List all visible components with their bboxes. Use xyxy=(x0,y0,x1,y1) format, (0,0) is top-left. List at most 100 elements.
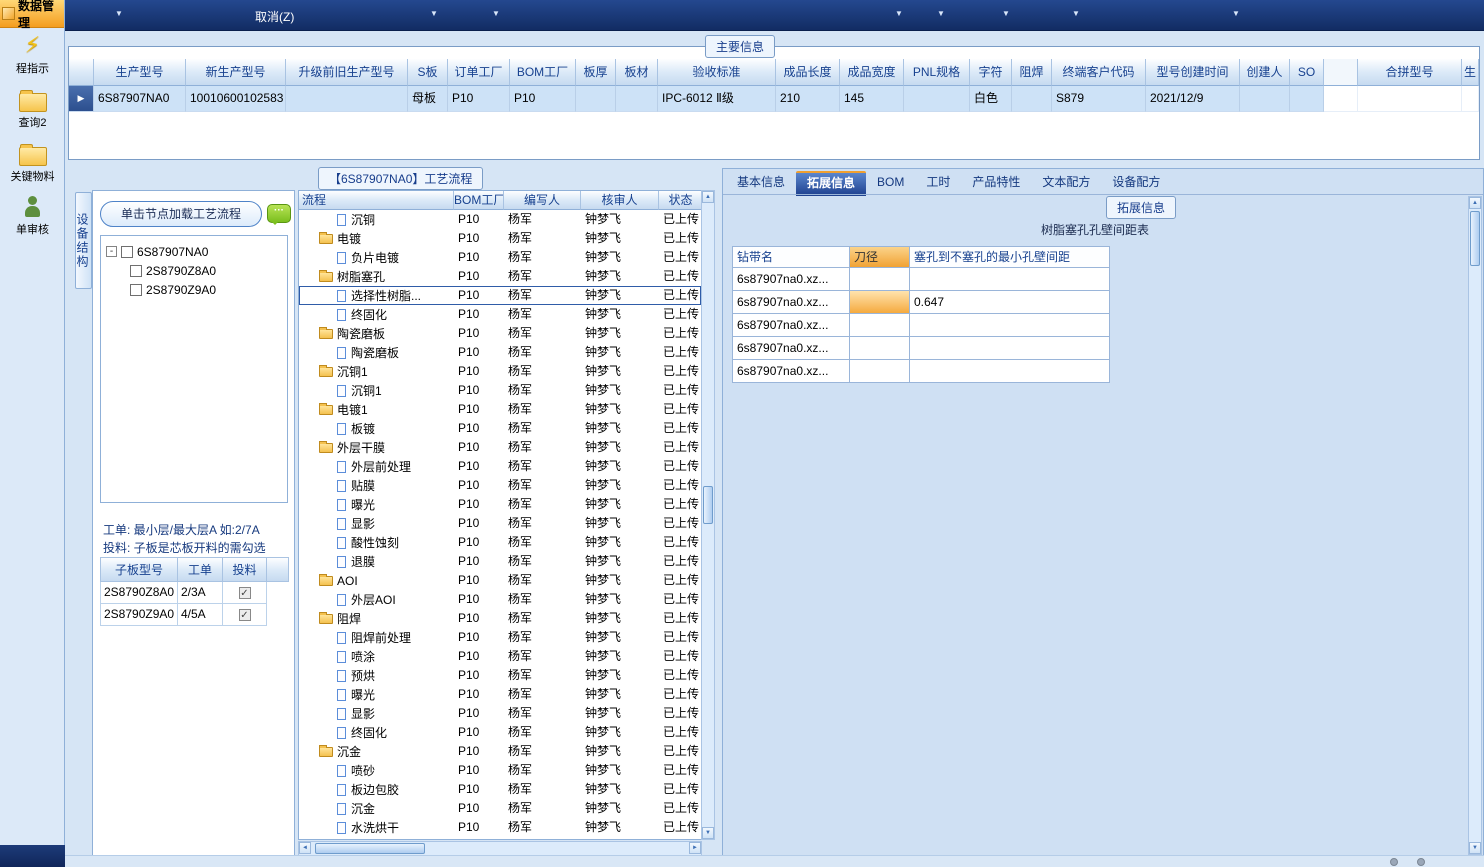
work-order-cell[interactable]: 4/5A xyxy=(178,604,223,626)
column-header[interactable]: 升级前旧生产型号 xyxy=(286,59,408,86)
flow-row[interactable]: 沉铜1 P10 杨军 钟梦飞 已上传 xyxy=(299,362,701,381)
cell[interactable]: 白色 xyxy=(970,86,1012,112)
cell[interactable] xyxy=(1012,86,1052,112)
cell[interactable]: IPC-6012 Ⅱ级 xyxy=(658,86,776,112)
sidebar-item-1[interactable]: ⚡ 程指示 xyxy=(0,32,65,86)
scroll-right-icon[interactable]: ► xyxy=(689,842,701,854)
flow-row[interactable]: 酸性蚀刻 P10 杨军 钟梦飞 已上传 xyxy=(299,533,701,552)
column-header[interactable]: 生 xyxy=(1462,59,1479,86)
column-header[interactable]: 板厚 xyxy=(576,59,616,86)
flow-row[interactable]: 曝光 P10 杨军 钟梦飞 已上传 xyxy=(299,685,701,704)
diameter-cell[interactable] xyxy=(850,337,910,360)
tree-node-child[interactable]: 2S8790Z8A0 xyxy=(101,261,287,280)
cancel-menu-item[interactable]: 取消(Z) xyxy=(255,8,294,25)
detail-tab[interactable]: BOM xyxy=(866,171,915,194)
drill-name-cell[interactable]: 6s87907na0.xz... xyxy=(732,360,850,383)
column-header[interactable]: 订单工厂 xyxy=(448,59,510,86)
cell[interactable] xyxy=(286,86,408,112)
table-row[interactable]: 2S8790Z8A0 2/3A ✓ xyxy=(100,582,289,604)
column-header[interactable]: 生产型号 xyxy=(94,59,186,86)
distance-cell[interactable] xyxy=(910,360,1110,383)
column-header[interactable]: 板材 xyxy=(616,59,658,86)
table-row[interactable]: 6s87907na0.xz... xyxy=(732,360,1110,383)
column-header[interactable]: 阻焊 xyxy=(1012,59,1052,86)
column-header[interactable]: 型号创建时间 xyxy=(1146,59,1240,86)
flow-row[interactable]: 陶瓷磨板 P10 杨军 钟梦飞 已上传 xyxy=(299,324,701,343)
flow-row[interactable]: 沉金 P10 杨军 钟梦飞 已上传 xyxy=(299,742,701,761)
table-row[interactable]: 6s87907na0.xz... xyxy=(732,268,1110,291)
column-header[interactable]: BOM工厂 xyxy=(454,191,504,210)
dropdown-arrow-icon[interactable]: ▼ xyxy=(895,9,903,18)
flow-row[interactable]: 阻焊 P10 杨军 钟梦飞 已上传 xyxy=(299,609,701,628)
cell[interactable]: 6S87907NA0 xyxy=(94,86,186,112)
tree-node-child[interactable]: 2S8790Z9A0 xyxy=(101,280,287,299)
distance-cell[interactable]: 0.647 xyxy=(910,291,1110,314)
flow-row[interactable]: 板镀 P10 杨军 钟梦飞 已上传 xyxy=(299,419,701,438)
cell[interactable]: 145 xyxy=(840,86,904,112)
cell[interactable] xyxy=(1324,86,1358,112)
column-header[interactable]: 新生产型号 xyxy=(186,59,286,86)
detail-tab[interactable]: 工时 xyxy=(915,171,961,194)
sidebar-item-2[interactable]: 查询2 xyxy=(0,86,65,140)
table-row[interactable]: 6s87907na0.xz... 0.647 xyxy=(732,291,1110,314)
detail-tab[interactable]: 产品特性 xyxy=(961,171,1031,194)
flow-row[interactable]: 沉铜 P10 杨军 钟梦飞 已上传 xyxy=(299,210,701,229)
detail-tab[interactable]: 设备配方 xyxy=(1101,171,1171,194)
column-header[interactable]: 成品宽度 xyxy=(840,59,904,86)
cell[interactable]: P10 xyxy=(448,86,510,112)
flow-row[interactable]: 终固化 P10 杨军 钟梦飞 已上传 xyxy=(299,305,701,324)
flow-row[interactable]: 喷砂 P10 杨军 钟梦飞 已上传 xyxy=(299,761,701,780)
column-header[interactable]: 验收标准 xyxy=(658,59,776,86)
load-flow-button[interactable]: 单击节点加载工艺流程 xyxy=(100,201,262,227)
checkbox-icon[interactable] xyxy=(130,264,142,277)
cell[interactable]: 母板 xyxy=(408,86,448,112)
drill-name-cell[interactable]: 6s87907na0.xz... xyxy=(732,314,850,337)
flow-row[interactable]: 显影 P10 杨军 钟梦飞 已上传 xyxy=(299,514,701,533)
cell[interactable] xyxy=(1290,86,1324,112)
flow-row[interactable]: 沉铜1 P10 杨军 钟梦飞 已上传 xyxy=(299,381,701,400)
table-row[interactable]: 6s87907na0.xz... xyxy=(732,337,1110,360)
column-header[interactable]: BOM工厂 xyxy=(510,59,576,86)
column-header[interactable]: 终端客户代码 xyxy=(1052,59,1146,86)
column-header[interactable] xyxy=(1324,59,1358,86)
dropdown-arrow-icon[interactable]: ▼ xyxy=(492,9,500,18)
column-header[interactable]: 字符 xyxy=(970,59,1012,86)
cell[interactable] xyxy=(1358,86,1462,112)
column-header[interactable]: SO xyxy=(1290,59,1324,86)
tree-node-root[interactable]: - 6S87907NA0 xyxy=(101,242,287,261)
detail-vertical-scrollbar[interactable]: ▲ ▼ xyxy=(1468,196,1482,855)
column-header[interactable]: 子板型号 xyxy=(100,557,178,582)
row-selector-header[interactable] xyxy=(69,59,94,86)
sidebar-item-3[interactable]: 关键物料 xyxy=(0,140,65,194)
column-header[interactable]: 合拼型号 xyxy=(1358,59,1462,86)
flow-vertical-scrollbar[interactable]: ▲ ▼ xyxy=(701,190,715,840)
dropdown-arrow-icon[interactable]: ▼ xyxy=(115,9,123,18)
flow-row[interactable]: 贴膜 P10 杨军 钟梦飞 已上传 xyxy=(299,476,701,495)
column-header[interactable]: 成品长度 xyxy=(776,59,840,86)
sub-model-cell[interactable]: 2S8790Z9A0 xyxy=(100,604,178,626)
distance-cell[interactable] xyxy=(910,314,1110,337)
flow-row[interactable]: 喷涂 P10 杨军 钟梦飞 已上传 xyxy=(299,647,701,666)
diameter-cell[interactable] xyxy=(850,268,910,291)
collapse-icon[interactable]: - xyxy=(106,246,117,257)
detail-tab[interactable]: 拓展信息 xyxy=(796,171,867,196)
column-header[interactable]: 钻带名 xyxy=(732,246,850,268)
flow-row[interactable]: 陶瓷磨板 P10 杨军 钟梦飞 已上传 xyxy=(299,343,701,362)
cell[interactable] xyxy=(1240,86,1290,112)
column-header[interactable]: S板 xyxy=(408,59,448,86)
flow-row[interactable]: 阻焊前处理 P10 杨军 钟梦飞 已上传 xyxy=(299,628,701,647)
scroll-down-icon[interactable]: ▼ xyxy=(1469,842,1481,854)
scroll-up-icon[interactable]: ▲ xyxy=(702,191,714,203)
column-header[interactable]: 刀径 xyxy=(850,246,910,268)
table-row[interactable]: 6s87907na0.xz... xyxy=(732,314,1110,337)
flow-row[interactable]: 外层前处理 P10 杨军 钟梦飞 已上传 xyxy=(299,457,701,476)
flow-row[interactable]: 树脂塞孔 P10 杨军 钟梦飞 已上传 xyxy=(299,267,701,286)
column-header[interactable]: 工单 xyxy=(178,557,223,582)
cell[interactable] xyxy=(1462,86,1479,112)
flow-row[interactable]: 显影 P10 杨军 钟梦飞 已上传 xyxy=(299,704,701,723)
diameter-cell[interactable] xyxy=(850,291,910,314)
cell[interactable]: S879 xyxy=(1052,86,1146,112)
drill-name-cell[interactable]: 6s87907na0.xz... xyxy=(732,337,850,360)
diameter-cell[interactable] xyxy=(850,314,910,337)
comment-icon[interactable]: ··· xyxy=(267,204,291,225)
